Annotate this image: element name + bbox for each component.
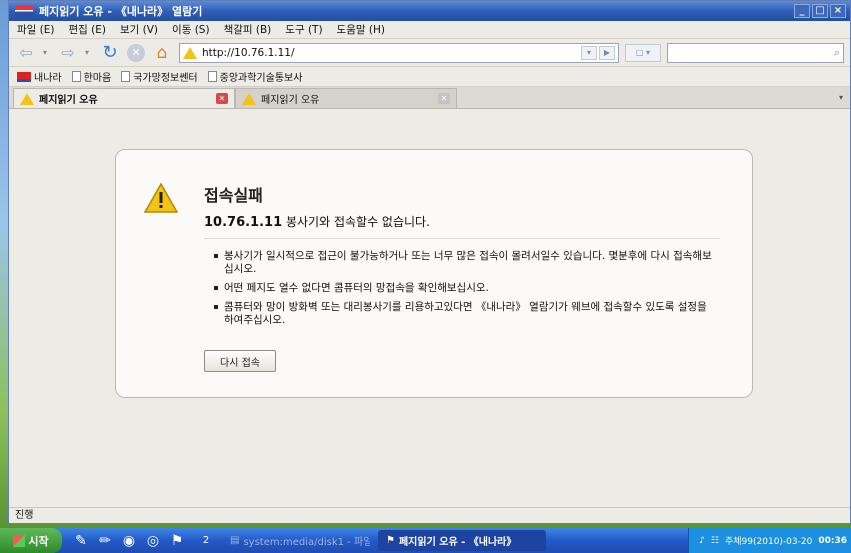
window-title: 페지읽기 오유 - 《내나라》 열람기 — [39, 5, 203, 18]
task-group-count[interactable]: 2 — [198, 535, 214, 546]
bookmarks-toolbar: 내나라 한마음 국가망정보쎈터 중앙과학기술통보사 — [9, 67, 850, 87]
page-content: 접속실패 10.76.1.11 봉사기와 접속할수 없습니다. 봉사기가 일시적… — [9, 110, 850, 508]
title-bar: 페지읽기 오유 - 《내나라》 열람기 _ □ × — [9, 1, 850, 21]
retry-button[interactable]: 다시 접속 — [204, 350, 276, 372]
url-text[interactable]: http://10.76.1.11/ — [202, 47, 581, 59]
forward-history-dropdown-icon[interactable]: ▾ — [85, 48, 93, 57]
pen-tool-icon[interactable]: ✎ — [72, 532, 90, 550]
tab-bar: 페지읽기 오유 ✕ 페지읽기 오유 ✕ ▾ — [9, 87, 850, 109]
browser-window: 페지읽기 오유 - 《내나라》 열람기 _ □ × 파일 (E) 편집 (E) … — [8, 0, 851, 524]
error-host: 10.76.1.11 — [204, 215, 283, 230]
home-icon[interactable]: ⌂ — [151, 43, 173, 63]
taskbar-item-file-manager[interactable]: ▤ system:media/disk1 - 파일관 — [222, 530, 370, 551]
window-controls: _ □ × — [794, 4, 850, 18]
back-history-dropdown-icon[interactable]: ▾ — [43, 48, 51, 57]
bookmark-label: 한마음 — [83, 73, 112, 84]
url-bar[interactable]: http://10.76.1.11/ ▾ ▶ — [179, 42, 619, 63]
browser-icon[interactable]: ◉ — [120, 532, 138, 550]
search-input[interactable]: ⌕ — [667, 42, 844, 63]
site-warning-icon — [183, 46, 197, 59]
paint-icon[interactable]: ✏ — [96, 532, 114, 550]
bookmark-label: 내나라 — [34, 73, 62, 84]
folder-icon: ▤ — [230, 535, 240, 546]
go-arrow-icon[interactable]: ▶ — [599, 45, 615, 60]
flag-app-icon[interactable]: ⚑ — [168, 532, 186, 550]
forward-arrow-icon[interactable]: ⇨ — [57, 43, 79, 62]
url-controls: ▾ ▶ — [581, 45, 615, 60]
status-bar: 진행 — [9, 507, 850, 523]
tab-warning-icon — [20, 92, 34, 105]
menu-bar: 파일 (E) 편집 (E) 보기 (V) 이동 (S) 책갈피 (B) 도구 (… — [9, 21, 850, 39]
list-item: 콤퓨터와 망이 방화벽 또는 대리봉사기를 리용하고있다면 《내나라》 열람기가… — [214, 301, 714, 327]
volume-icon[interactable]: ♪ — [699, 536, 705, 546]
back-arrow-icon[interactable]: ⇦ — [15, 43, 37, 62]
navigation-toolbar: ⇦ ▾ ⇨ ▾ ↻ ✕ ⌂ http://10.76.1.11/ ▾ ▶ □ ▾… — [9, 39, 850, 67]
web-icon[interactable]: ◎ — [144, 532, 162, 550]
stop-icon[interactable]: ✕ — [127, 43, 145, 62]
status-text: 진행 — [15, 510, 34, 521]
start-label: 시작 — [28, 534, 49, 548]
bookmark-science-news[interactable]: 중앙과학기술통보사 — [207, 69, 303, 84]
menu-go[interactable]: 이동 (S) — [172, 22, 210, 37]
menu-file[interactable]: 파일 (E) — [17, 22, 55, 37]
browser-flag-icon: ⚑ — [386, 535, 395, 546]
page-icon — [71, 71, 81, 82]
quick-launch: ✎ ✏ ◉ ◎ ⚑ — [72, 532, 186, 550]
bookmark-national-network[interactable]: 국가망정보쎈터 — [121, 69, 198, 84]
divider — [204, 238, 720, 239]
clock-date: 주체99(2010)-03-20 — [725, 537, 813, 547]
tab-close-icon[interactable]: ✕ — [438, 93, 450, 104]
start-logo-icon — [13, 534, 26, 547]
bookmark-naenara[interactable]: 내나라 — [17, 69, 62, 84]
tab-label: 페지읽기 오유 — [261, 95, 320, 106]
bookmark-label: 국가망정보쎈터 — [133, 73, 198, 84]
tab-warning-icon — [242, 92, 256, 105]
error-suggestions: 봉사기가 일시적으로 접근이 불가능하거나 또는 너무 많은 접속이 몰려서일수… — [214, 250, 714, 333]
menu-view[interactable]: 보기 (V) — [120, 22, 158, 37]
taskbar-item-browser[interactable]: ⚑ 페지읽기 오유 - 《내나라》 — [378, 530, 546, 551]
tab-active[interactable]: 페지읽기 오유 ✕ — [13, 88, 235, 108]
list-item: 봉사기가 일시적으로 접근이 불가능하거나 또는 너무 많은 접속이 몰려서일수… — [214, 250, 714, 276]
app-flag-icon — [15, 5, 33, 17]
system-tray: ♪ ☷ 주체99(2010)-03-20 00:36 — [688, 528, 851, 553]
page-menu-icon[interactable]: □ ▾ — [625, 43, 661, 62]
taskbar: 시작 ✎ ✏ ◉ ◎ ⚑ 2 ▤ system:media/disk1 - 파일… — [0, 528, 851, 553]
error-title: 접속실패 — [204, 186, 263, 205]
clock-time[interactable]: 00:36 — [818, 536, 847, 546]
minimize-button[interactable]: _ — [794, 4, 810, 18]
start-button[interactable]: 시작 — [0, 528, 62, 553]
error-panel: 접속실패 10.76.1.11 봉사기와 접속할수 없습니다. 봉사기가 일시적… — [115, 149, 753, 398]
search-icon[interactable]: ⌕ — [834, 46, 840, 60]
task-label: 페지읽기 오유 - 《내나라》 — [398, 537, 517, 548]
menu-tools[interactable]: 도구 (T) — [285, 22, 322, 37]
tab-label: 페지읽기 오유 — [39, 95, 98, 106]
menu-bookmarks[interactable]: 책갈피 (B) — [224, 22, 272, 37]
maximize-button[interactable]: □ — [812, 4, 828, 18]
warning-icon — [144, 182, 178, 213]
naenara-flag-icon — [17, 71, 31, 82]
task-label: system:media/disk1 - 파일관 — [243, 537, 370, 548]
close-button[interactable]: × — [830, 4, 846, 18]
error-message: 봉사기와 접속할수 없습니다. — [285, 215, 430, 229]
page-icon — [121, 71, 131, 82]
menu-edit[interactable]: 편집 (E) — [69, 22, 107, 37]
bookmark-label: 중앙과학기술통보사 — [219, 73, 303, 84]
list-item: 어떤 페지도 열수 없다면 콤퓨터의 망접속을 확인해보십시오. — [214, 282, 714, 295]
error-subtitle: 10.76.1.11 봉사기와 접속할수 없습니다. — [204, 213, 430, 230]
bookmark-hanmaeum[interactable]: 한마음 — [71, 69, 112, 84]
tab-close-icon[interactable]: ✕ — [216, 93, 228, 104]
network-icon[interactable]: ☷ — [711, 536, 719, 546]
menu-help[interactable]: 도움말 (H) — [337, 22, 385, 37]
tab-inactive[interactable]: 페지읽기 오유 ✕ — [235, 88, 457, 108]
url-dropdown-icon[interactable]: ▾ — [581, 45, 597, 60]
reload-icon[interactable]: ↻ — [99, 42, 121, 63]
tab-list-dropdown-icon[interactable]: ▾ — [834, 90, 848, 106]
page-icon — [207, 71, 217, 82]
